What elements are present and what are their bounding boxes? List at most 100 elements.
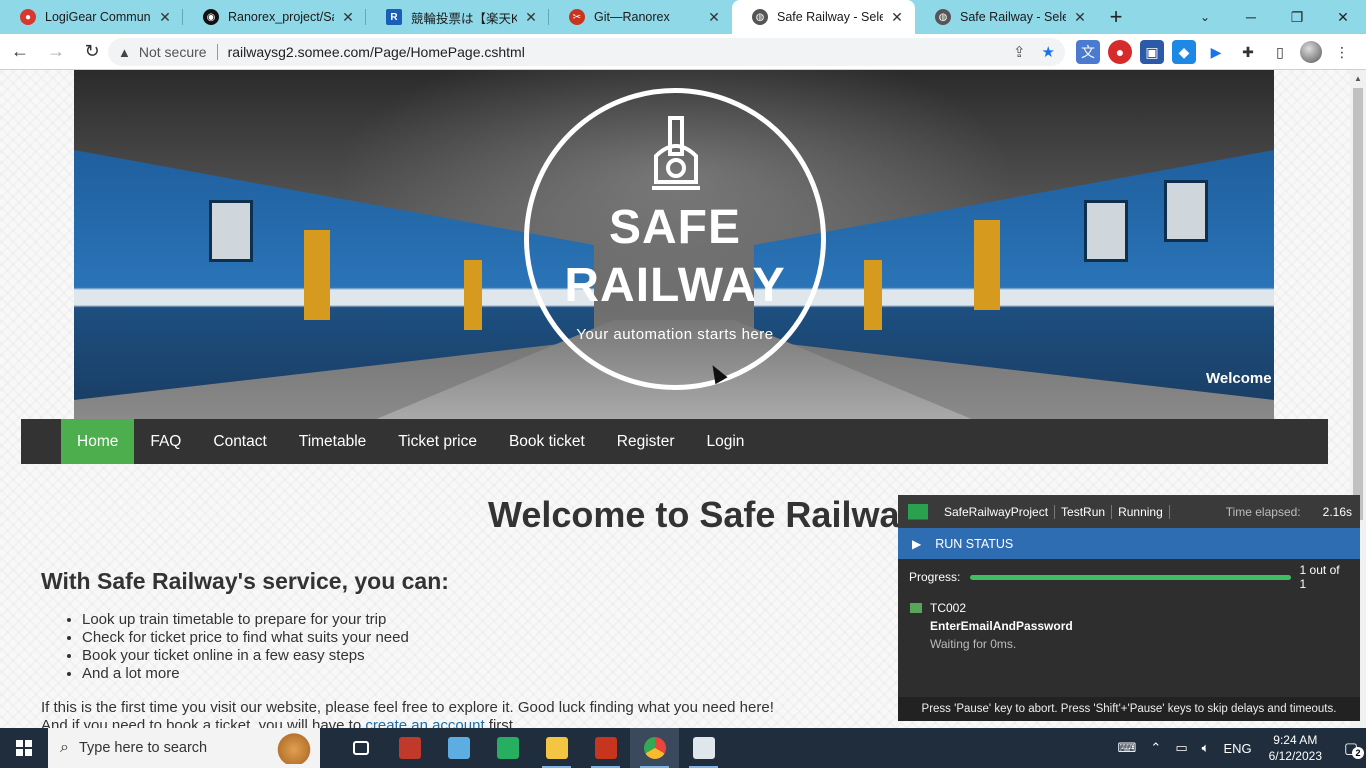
run-status-title: RUN STATUS xyxy=(935,536,1014,551)
browser-tab[interactable]: R 競輪投票は【楽天Kドリー ✕ xyxy=(366,0,549,34)
project-name: SafeRailwayProject xyxy=(938,504,1056,519)
new-tab-button[interactable]: + xyxy=(1098,0,1134,34)
test-case-info: TC002 EnterEmailAndPassword Waiting for … xyxy=(898,599,1360,653)
train-window xyxy=(1164,180,1208,242)
warning-icon[interactable]: ▲ xyxy=(118,45,131,60)
r-logo-icon: R xyxy=(386,9,402,25)
tab-search-icon[interactable]: ⌄ xyxy=(1193,0,1217,34)
intro-line: If this is the first time you visit our … xyxy=(41,699,774,716)
app-icon-4[interactable] xyxy=(679,728,728,768)
file-explorer-icon[interactable] xyxy=(532,728,581,768)
adblock-icon[interactable]: ● xyxy=(1108,40,1132,64)
side-panel-icon[interactable]: ▯ xyxy=(1268,40,1292,64)
close-tab-icon[interactable]: ✕ xyxy=(1072,9,1088,26)
keyboard-icon[interactable]: ⌨ xyxy=(1118,740,1137,756)
app-icon-1[interactable] xyxy=(385,728,434,768)
browser-tab[interactable]: ◍ Safe Railway - Seleniu ✕ xyxy=(915,0,1098,34)
service-heading: With Safe Railway's service, you can: xyxy=(41,568,449,594)
window-controls: ─ ❐ ✕ xyxy=(1228,0,1366,34)
tab-strip: ● LogiGear Communicat ✕ ◉ Ranorex_projec… xyxy=(0,0,1366,34)
start-button[interactable] xyxy=(0,728,48,768)
progress-row: Progress: 1 out of 1 xyxy=(898,559,1360,595)
browser-tab-active[interactable]: ◍ Safe Railway - Seleniu ✕ xyxy=(732,0,915,34)
run-header: SafeRailwayProject TestRun Running Time … xyxy=(898,495,1360,528)
test-case-icon xyxy=(910,603,922,613)
minimize-button[interactable]: ─ xyxy=(1228,0,1274,34)
notification-icon[interactable]: ▢ 2 xyxy=(1336,739,1366,759)
progress-bar xyxy=(970,574,1291,580)
arrow-extension-icon[interactable]: ▶ xyxy=(1204,40,1228,64)
restore-button[interactable]: ❐ xyxy=(1274,0,1320,34)
close-tab-icon[interactable]: ✕ xyxy=(706,9,722,26)
task-view-icon[interactable] xyxy=(336,728,385,768)
time-elapsed: Time elapsed: 2.16s xyxy=(1226,505,1352,519)
close-tab-icon[interactable]: ✕ xyxy=(523,9,539,26)
browser-tab[interactable]: ✂ Git—Ranorex ✕ xyxy=(549,0,732,34)
puzzle-icon[interactable]: ✚ xyxy=(1236,40,1260,64)
language-indicator[interactable]: ENG xyxy=(1223,741,1251,756)
search-highlight-image[interactable] xyxy=(274,732,314,764)
forward-button[interactable]: → xyxy=(40,36,72,68)
close-tab-icon[interactable]: ✕ xyxy=(157,9,173,26)
clock[interactable]: 9:24 AM 6/12/2023 xyxy=(1269,732,1322,764)
browser-tab[interactable]: ● LogiGear Communicat ✕ xyxy=(0,0,183,34)
extensions-bar: 文 ● ▣ ◆ ▶ ✚ ▯ ⋮ xyxy=(1076,40,1354,64)
close-tab-icon[interactable]: ✕ xyxy=(340,9,356,26)
close-window-button[interactable]: ✕ xyxy=(1320,0,1366,34)
train-window xyxy=(209,200,253,262)
main-navigation: Home FAQ Contact Timetable Ticket price … xyxy=(21,419,1328,464)
chevron-up-icon[interactable]: ⌃ xyxy=(1150,740,1161,756)
ranorex-icon[interactable] xyxy=(581,728,630,768)
network-icon[interactable]: ▭ xyxy=(1175,740,1187,756)
address-bar[interactable]: ▲ Not secure railwaysg2.somee.com/Page/H… xyxy=(108,38,1065,66)
nav-contact[interactable]: Contact xyxy=(197,419,282,464)
time-elapsed-value: 2.16s xyxy=(1322,505,1352,519)
nav-home[interactable]: Home xyxy=(61,419,135,464)
train-door xyxy=(864,260,882,330)
water-drop-icon[interactable]: ◆ xyxy=(1172,40,1196,64)
reload-button[interactable]: ↻ xyxy=(76,36,108,68)
train-window xyxy=(1084,200,1128,262)
intro-text-pre: And if you need to book a ticket, you wi… xyxy=(41,717,366,728)
list-item: And a lot more xyxy=(82,665,409,683)
scroll-thumb[interactable] xyxy=(1353,88,1363,520)
taskbar-search[interactable]: ⌕ Type here to search xyxy=(48,728,320,768)
train-door xyxy=(974,220,1000,310)
play-icon: ▶ xyxy=(912,536,922,551)
list-item: Check for ticket price to find what suit… xyxy=(82,629,409,647)
chrome-icon[interactable] xyxy=(630,728,679,768)
profile-avatar[interactable] xyxy=(1300,41,1322,63)
wait-status: Waiting for 0ms. xyxy=(930,637,1017,651)
security-label[interactable]: Not secure xyxy=(139,44,207,60)
run-state: Running xyxy=(1112,504,1170,519)
progress-count: 1 out of 1 xyxy=(1299,563,1340,591)
module-name: EnterEmailAndPassword xyxy=(930,619,1073,633)
app-icon-2[interactable] xyxy=(434,728,483,768)
url-text[interactable]: railwaysg2.somee.com/Page/HomePage.cshtm… xyxy=(228,44,525,60)
globe-icon: ◍ xyxy=(752,9,768,25)
browser-tab[interactable]: ◉ Ranorex_project/SafeR ✕ xyxy=(183,0,366,34)
create-account-link[interactable]: create an account xyxy=(365,717,484,728)
nav-faq[interactable]: FAQ xyxy=(134,419,197,464)
app-icon-3[interactable] xyxy=(483,728,532,768)
nav-register[interactable]: Register xyxy=(601,419,691,464)
scroll-up-icon[interactable]: ▲ xyxy=(1350,70,1366,86)
tab-title: Git—Ranorex xyxy=(594,10,670,24)
bookmark-star-icon[interactable]: ★ xyxy=(1042,43,1055,61)
nav-login[interactable]: Login xyxy=(690,419,760,464)
extension-icon[interactable]: ▣ xyxy=(1140,40,1164,64)
nav-book-ticket[interactable]: Book ticket xyxy=(493,419,601,464)
notification-count: 2 xyxy=(1352,747,1364,759)
back-button[interactable]: ← xyxy=(4,36,36,68)
close-tab-icon[interactable]: ✕ xyxy=(889,9,905,26)
logo-tagline: Your automation starts here xyxy=(576,326,774,343)
nav-timetable[interactable]: Timetable xyxy=(283,419,382,464)
run-status-bar[interactable]: ▶ RUN STATUS xyxy=(898,528,1360,559)
share-icon[interactable]: ⇪ xyxy=(1013,43,1026,61)
nav-ticket-price[interactable]: Ticket price xyxy=(382,419,493,464)
clock-date: 6/12/2023 xyxy=(1268,749,1322,763)
volume-icon[interactable]: 🔈︎ xyxy=(1202,740,1210,756)
search-icon: ⌕ xyxy=(60,739,69,756)
menu-kebab-icon[interactable]: ⋮ xyxy=(1330,40,1354,64)
translate-icon[interactable]: 文 xyxy=(1076,40,1100,64)
